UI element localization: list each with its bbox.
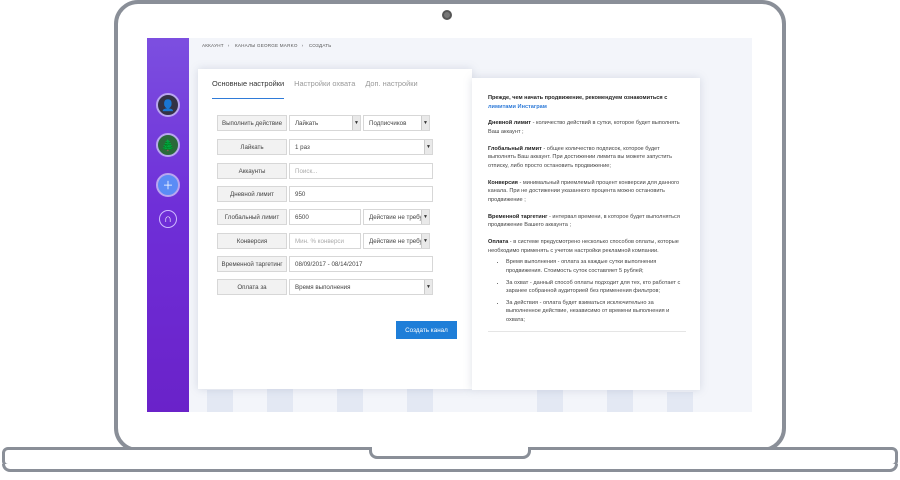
label-global-limit: Глобальный лимит	[217, 209, 287, 225]
chevron-down-icon: ▼	[421, 210, 429, 224]
select-payment[interactable]: Время выполнения ▼	[289, 279, 433, 295]
laptop-notch	[369, 447, 531, 459]
list-item: За действия - оплата будет взиматься иск…	[506, 299, 686, 325]
accounts-search-input[interactable]: Поиск...	[289, 163, 433, 179]
breadcrumb-create: СОЗДАТЬ	[308, 43, 332, 48]
info-payment: Оплата - в системе предусмотрено несколь…	[488, 238, 679, 254]
tab-extra-settings[interactable]: Доп. настройки	[365, 79, 417, 99]
info-panel: Прежде, чем начать продвижение, рекоменд…	[472, 78, 700, 390]
app-screen: 👤 🌲 ＋ ∩ АККАУНТ › КАНАЛЫ GEORGE MARKO › СО…	[147, 38, 752, 412]
info-daily: Дневной лимит - количество действий в су…	[488, 120, 680, 135]
info-intro: Прежде, чем начать продвижение, рекоменд…	[488, 95, 668, 110]
label-accounts: Аккаунты	[217, 163, 287, 179]
row-conversion: Конверсия Мин. % конверси Действие не тр…	[217, 233, 430, 249]
chevron-down-icon: ▼	[421, 234, 429, 248]
select-conversion-action[interactable]: Действие не требу ▼	[363, 233, 430, 249]
tab-reach-settings[interactable]: Настройки охвата	[294, 79, 355, 99]
row-payment: Оплата за Время выполнения ▼	[217, 279, 433, 295]
info-time: Временной таргетинг - интервал времени, …	[488, 213, 680, 229]
payment-options-list: Время выполнения - оплата за каждые сутк…	[506, 258, 686, 325]
select-target[interactable]: Подписчиков ▼	[363, 115, 430, 131]
label-action: Выполнить действие	[217, 115, 287, 131]
breadcrumb: АККАУНТ › КАНАЛЫ GEORGE MARKO › СОЗДАТЬ	[202, 43, 332, 48]
laptop-base-bottom	[2, 464, 898, 472]
label-likes: Лайкать	[217, 139, 287, 155]
add-channel-icon[interactable]: ＋	[156, 173, 180, 197]
settings-card: Основные настройки Настройки охвата Доп.…	[198, 69, 472, 389]
info-global: Глобальный лимит - общее количество подп…	[488, 145, 673, 169]
tab-basic-settings[interactable]: Основные настройки	[212, 79, 285, 99]
chevron-down-icon: ▼	[424, 280, 432, 294]
list-item: Время выполнения - оплата за каждые сутк…	[506, 258, 686, 275]
laptop-mockup: 👤 🌲 ＋ ∩ АККАУНТ › КАНАЛЫ GEORGE MARKO › СО…	[0, 0, 900, 480]
tab-bar: Основные настройки Настройки охвата Доп.…	[212, 79, 418, 99]
row-accounts: Аккаунты Поиск...	[217, 163, 433, 179]
support-icon[interactable]: ∩	[159, 210, 177, 228]
row-daily-limit: Дневной лимит 950	[217, 186, 433, 202]
chevron-down-icon: ▼	[424, 140, 432, 154]
avatar-user-2[interactable]: 🌲	[156, 133, 180, 157]
chevron-down-icon: ▼	[421, 116, 429, 130]
row-global-limit: Глобальный лимит 6500 Действие не требу ▼	[217, 209, 430, 225]
divider	[488, 330, 686, 332]
date-range-input[interactable]: 08/09/2017 - 08/14/2017	[289, 256, 433, 272]
camera-icon	[442, 10, 452, 20]
row-action: Выполнить действие Лайкать ▼ Подписчиков ▼	[217, 115, 430, 131]
row-time-targeting: Временной таргетинг 08/09/2017 - 08/14/2…	[217, 256, 433, 272]
row-likes: Лайкать 1 раз ▼	[217, 139, 433, 155]
global-limit-input[interactable]: 6500	[289, 209, 361, 225]
list-item: За охват - данный способ оплаты подходит…	[506, 279, 686, 296]
select-global-action[interactable]: Действие не требу ▼	[363, 209, 430, 225]
sidebar: 👤 🌲 ＋ ∩	[147, 38, 189, 412]
chevron-down-icon: ▼	[352, 116, 360, 130]
create-channel-button[interactable]: Создать канал	[396, 321, 457, 339]
limits-link[interactable]: лимитами Инстаграм	[488, 104, 547, 110]
breadcrumb-account[interactable]: АККАУНТ	[202, 43, 224, 48]
select-likes[interactable]: 1 раз ▼	[289, 139, 433, 155]
breadcrumb-channels[interactable]: КАНАЛЫ GEORGE MARKO	[235, 43, 298, 48]
label-daily-limit: Дневной лимит	[217, 186, 287, 202]
select-action[interactable]: Лайкать ▼	[289, 115, 361, 131]
daily-limit-input[interactable]: 950	[289, 186, 433, 202]
label-payment: Оплата за	[217, 279, 287, 295]
info-conversion: Конверсия - минимальный приемлемый проце…	[488, 179, 680, 203]
label-time-targeting: Временной таргетинг	[217, 256, 287, 272]
label-conversion: Конверсия	[217, 233, 287, 249]
conversion-input[interactable]: Мин. % конверси	[289, 233, 361, 249]
avatar-user-1[interactable]: 👤	[156, 93, 180, 117]
